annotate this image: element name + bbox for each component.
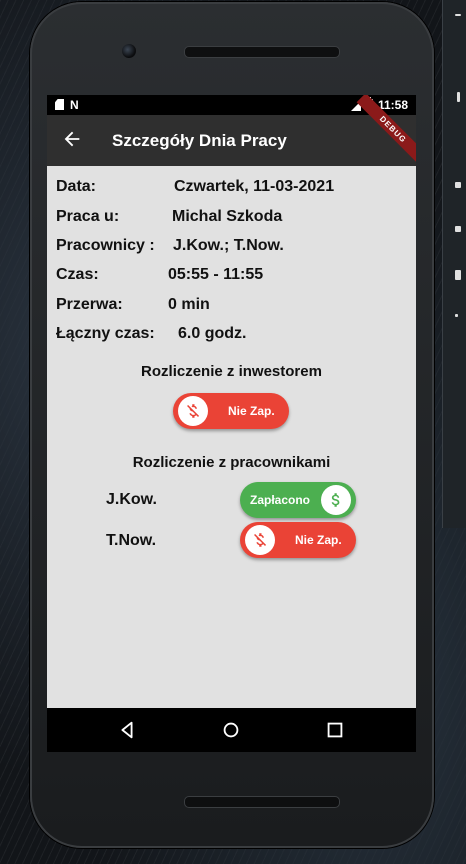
worker-payment-toggle[interactable]: Nie Zap. [240, 522, 356, 558]
detail-value: 0 min [168, 296, 210, 313]
nav-recents-icon[interactable] [324, 719, 346, 741]
worker-name: J.Kow. [106, 491, 157, 508]
bottom-speaker [184, 796, 340, 808]
dollar-off-icon [245, 525, 275, 555]
detail-row-time: Czas: 05:55 - 11:55 [56, 266, 263, 284]
top-speaker [184, 46, 340, 58]
phone-screen: N 11:58 Szczegóły Dnia Pracy DEBUG Data:… [47, 95, 416, 752]
detail-label: Pracownicy : [56, 237, 155, 254]
nav-home-icon[interactable] [220, 719, 242, 741]
detail-row-break: Przerwa: 0 min [56, 296, 210, 314]
detail-value: J.Kow.; T.Now. [173, 237, 284, 254]
nav-back-icon[interactable] [116, 719, 138, 741]
worker-payment-status: Zapłacono [250, 493, 311, 507]
detail-label: Łączny czas: [56, 325, 155, 342]
back-arrow-icon[interactable] [61, 128, 83, 150]
page-title: Szczegóły Dnia Pracy [112, 131, 287, 150]
dollar-off-icon [178, 396, 208, 426]
investor-settlement-title: Rozliczenie z inwestorem [141, 363, 322, 380]
detail-value: 6.0 godz. [178, 325, 247, 342]
detail-row-total-time: Łączny czas: 6.0 godz. [56, 325, 246, 343]
dollar-icon [321, 485, 351, 515]
investor-payment-status: Nie Zap. [228, 404, 275, 418]
detail-value: 05:55 - 11:55 [168, 266, 264, 283]
system-navigation-bar [47, 708, 416, 752]
worker-payment-status: Nie Zap. [295, 533, 342, 547]
investor-payment-toggle[interactable]: Nie Zap. [173, 393, 289, 429]
sd-card-icon [55, 99, 64, 110]
workers-settlement-title: Rozliczenie z pracownikami [132, 454, 331, 471]
detail-label: Data: [56, 178, 97, 195]
detail-row-date: Data: Czwartek, 11-03-2021 [56, 178, 334, 196]
front-camera [122, 44, 136, 58]
detail-label: Praca u: [56, 208, 120, 225]
detail-label: Przerwa: [56, 296, 123, 313]
emulator-side-toolbar [442, 0, 466, 528]
n-notification-icon: N [70, 98, 79, 112]
detail-row-workers: Pracownicy : J.Kow.; T.Now. [56, 237, 284, 255]
detail-value: Michal Szkoda [172, 208, 283, 225]
worker-payment-toggle[interactable]: Zapłacono [240, 482, 356, 518]
work-day-details: Data: Czwartek, 11-03-2021 Praca u: Mich… [47, 166, 416, 708]
app-bar: Szczegóły Dnia Pracy DEBUG [47, 95, 416, 166]
detail-label: Czas: [56, 266, 99, 283]
worker-name: T.Now. [106, 532, 157, 549]
detail-value: Czwartek, 11-03-2021 [174, 178, 335, 195]
detail-row-employer: Praca u: Michal Szkoda [56, 208, 282, 226]
